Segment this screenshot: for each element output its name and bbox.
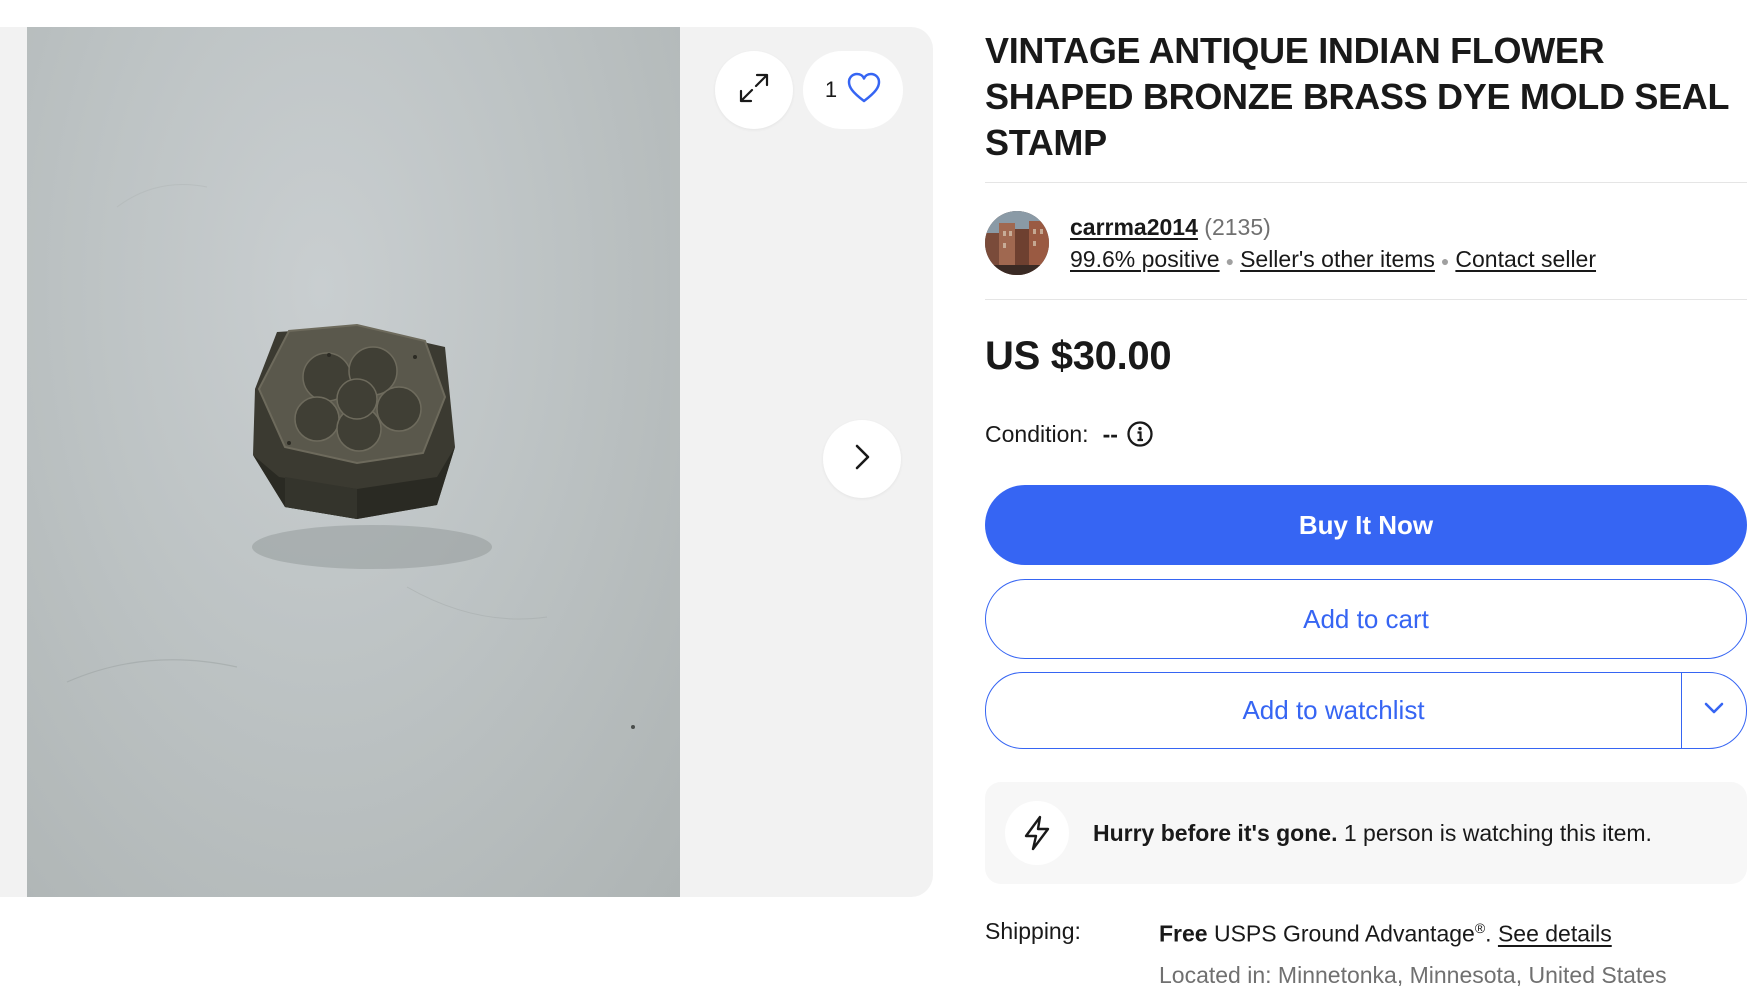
separator-dot: ● [1440, 252, 1450, 269]
image-gallery: 1 [27, 27, 933, 897]
condition-label: Condition: [985, 420, 1089, 447]
seller-other-items-link[interactable]: Seller's other items [1240, 246, 1435, 272]
seller-avatar[interactable] [985, 211, 1049, 275]
chevron-down-icon [1702, 700, 1726, 721]
condition-value: -- [1102, 420, 1118, 447]
seller-name-link[interactable]: carrma2014 [1070, 214, 1198, 240]
see-details-link[interactable]: See details [1498, 921, 1612, 947]
price: US $30.00 [985, 334, 1172, 378]
watch-heart-button[interactable]: 1 [803, 51, 903, 129]
shipping-service: USPS Ground Advantage [1207, 920, 1475, 947]
watchlist-dropdown-button[interactable] [1682, 673, 1746, 748]
shipping-period: . [1485, 920, 1498, 947]
add-to-cart-button[interactable]: Add to cart [985, 579, 1747, 659]
urgency-message: Hurry before it's gone. 1 person is watc… [1093, 820, 1652, 847]
previous-image-strip [0, 27, 27, 897]
listing-title: VINTAGE ANTIQUE INDIAN FLOWER SHAPED BRO… [985, 30, 1729, 163]
product-photo[interactable] [27, 27, 680, 897]
seller-links-row: 99.6% positive ● Seller's other items ● Cont… [1070, 246, 1596, 273]
title-divider [985, 182, 1747, 183]
watchlist-button-group: Add to watchlist [985, 672, 1747, 749]
shipping-label: Shipping: [985, 918, 1081, 944]
chevron-right-icon [847, 442, 877, 477]
info-icon[interactable] [1126, 420, 1154, 448]
separator-dot: ● [1225, 252, 1235, 269]
seller-card: carrma2014 (2135) 99.6% positive ● Seller'… [985, 211, 1747, 277]
buy-it-now-button[interactable]: Buy It Now [985, 485, 1747, 565]
seller-positive-link[interactable]: 99.6% positive [1070, 246, 1220, 272]
next-image-button[interactable] [823, 420, 901, 498]
condition-row: Condition: -- [985, 420, 1154, 448]
seller-divider [985, 299, 1747, 300]
urgency-bold-text: Hurry before it's gone. [1093, 819, 1338, 846]
seller-name-row: carrma2014 (2135) [1070, 214, 1271, 241]
urgency-watchers-text: 1 person is watching this item. [1337, 819, 1652, 846]
contact-seller-link[interactable]: Contact seller [1455, 246, 1596, 272]
add-to-watchlist-button[interactable]: Add to watchlist [986, 673, 1682, 748]
lightning-bolt-icon [1005, 801, 1069, 865]
expand-icon [736, 70, 772, 111]
shipping-free: Free [1159, 920, 1208, 947]
seller-feedback-count: (2135) [1204, 214, 1271, 240]
urgency-banner: Hurry before it's gone. 1 person is watc… [985, 782, 1747, 884]
like-count: 1 [824, 77, 838, 102]
shipping-details: Free USPS Ground Advantage®. See details [1159, 920, 1612, 948]
item-location: Located in: Minnetonka, Minnesota, Unite… [1159, 962, 1667, 988]
expand-button[interactable] [715, 51, 793, 129]
heart-icon [847, 72, 881, 109]
listing-page: 1 VINTAGE ANTIQUE INDIAN FLOWER SHAPED B… [0, 0, 1754, 988]
registered-mark: ® [1474, 920, 1486, 936]
seal-stamp-image [66, 184, 635, 729]
